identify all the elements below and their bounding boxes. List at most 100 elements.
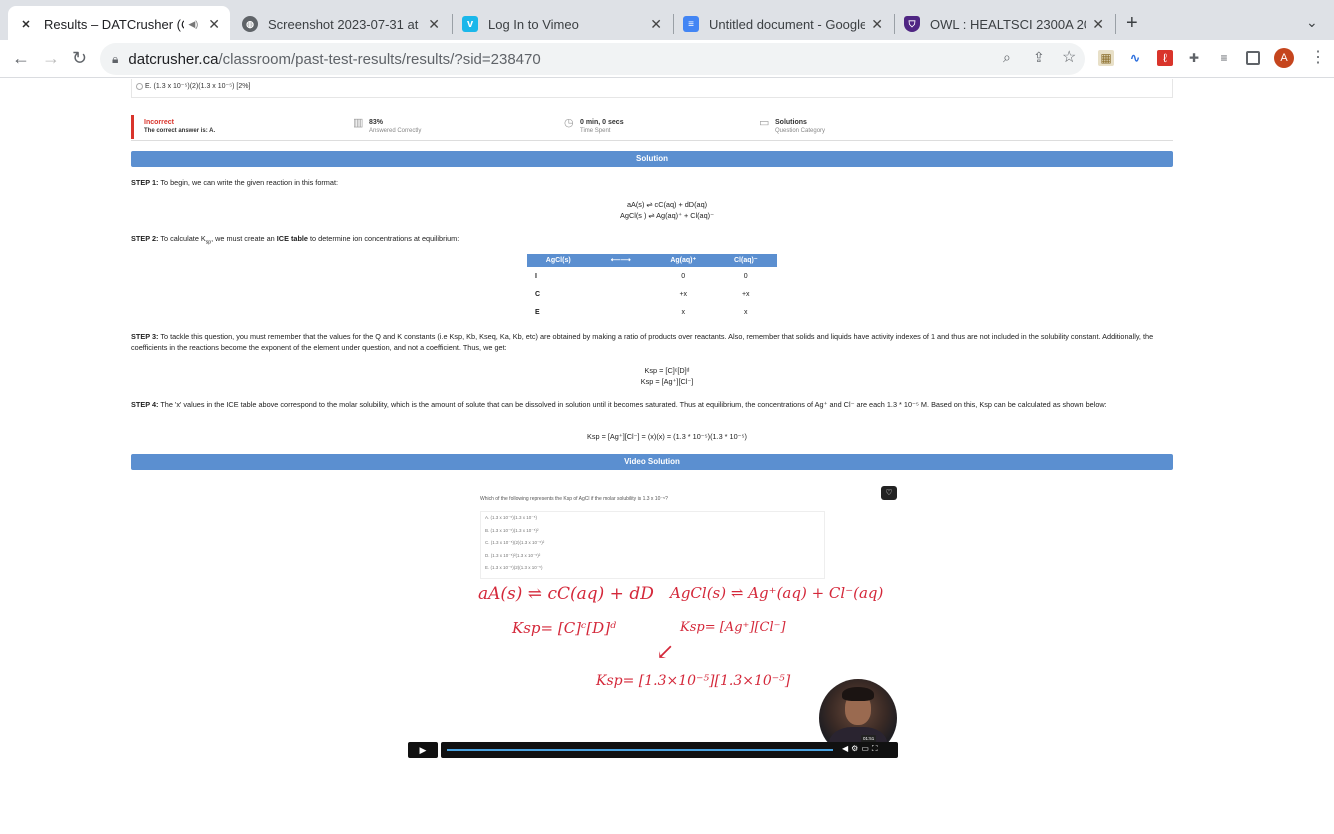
url-path: /classroom/past-test-results/results/?si…	[218, 50, 541, 68]
extensions-puzzle-icon[interactable]: ✚	[1186, 50, 1202, 66]
step-2: STEP 2: To calculate Ksp, we must create…	[131, 233, 1171, 248]
clock-icon: ◷	[564, 117, 574, 129]
bar-chart-icon: ▥	[353, 117, 364, 129]
pdf-extension-icon[interactable]: ℓ	[1157, 50, 1173, 66]
profile-avatar[interactable]: A	[1274, 48, 1294, 68]
zoom-icon[interactable]: ⌕	[1003, 49, 1011, 66]
tab-datcrusher[interactable]: ✕ Results – DATCrusher (Can ◀) ✕	[8, 6, 230, 42]
close-icon[interactable]: ✕	[650, 16, 662, 33]
step-2-bold: ICE table	[276, 234, 308, 243]
reload-icon[interactable]: ↻	[72, 48, 87, 69]
address-bar[interactable]: 🔒︎ datcrusher.ca/classroom/past-test-res…	[100, 43, 1085, 75]
ice-row-label: I	[535, 272, 537, 280]
video-question-text: Which of the following represents the Ks…	[480, 496, 668, 502]
calendar-icon: ▭	[759, 117, 770, 129]
video-options-list: A. (1.3 x 10⁻⁵)(1.3 x 10⁻⁵) B. (1.3 x 10…	[480, 511, 825, 579]
share-icon[interactable]: ⇪	[1033, 49, 1045, 66]
step-2-text-a: To calculate K	[158, 234, 206, 243]
step-3: STEP 3: To tackle this question, you mus…	[131, 331, 1171, 353]
ice-cell: x	[744, 308, 748, 316]
ice-cell: 0	[681, 272, 686, 280]
incorrect-indicator-bar	[131, 115, 134, 139]
ice-row-label: C	[535, 290, 541, 298]
calculator-extension-icon[interactable]: ▦	[1098, 50, 1114, 66]
step-2-label: STEP 2:	[131, 234, 159, 243]
handwritten-ksp-result: Ksp= [1.3×10⁻⁵][1.3×10⁻⁵]	[596, 673, 791, 689]
datcrusher-x-icon: ✕	[21, 18, 31, 31]
seek-bar[interactable]: 01:51 ◀⚙▭⛶	[441, 735, 898, 758]
tab-strip: ✕ Results – DATCrusher (Can ◀) ✕ ◍ Scree…	[0, 0, 1334, 44]
ice-header-arrow: ⟵⟶	[610, 257, 631, 264]
pip-icon[interactable]: ▭	[861, 744, 872, 753]
step-1-label: STEP 1:	[131, 178, 159, 187]
time-label: Time Spent	[580, 128, 611, 134]
step-4-label: STEP 4:	[131, 400, 159, 409]
volume-icon[interactable]: ◀	[842, 744, 851, 753]
close-icon[interactable]: ✕	[208, 16, 220, 33]
answer-option-e-text: E. (1.3 x 10⁻⁵)(2)(1.3 x 10⁻⁵) [2%]	[145, 83, 251, 90]
handwritten-general-equation: aA(s) ⇌ cC(aq) + dD	[478, 584, 654, 604]
google-docs-icon: ≡	[683, 16, 699, 32]
video-time: 01:51	[861, 735, 877, 742]
waveform-extension-icon[interactable]: ∿	[1127, 50, 1143, 66]
play-icon[interactable]: ▶	[408, 742, 438, 758]
ice-header-cell: AgCl(s)	[545, 257, 571, 264]
time-value: 0 min, 0 secs	[580, 119, 624, 126]
table-row: C +x +x	[527, 285, 777, 303]
page-content: E. (1.3 x 10⁻⁵)(2)(1.3 x 10⁻⁵) [2%] Inco…	[0, 79, 1334, 834]
answer-option-e[interactable]: E. (1.3 x 10⁻⁵)(2)(1.3 x 10⁻⁵) [2%]	[131, 79, 1173, 98]
owl-shield-icon: ⛉	[904, 16, 920, 32]
reading-list-icon[interactable]: ≡	[1216, 50, 1232, 66]
result-stats-bar: Incorrect The correct answer is: A. ▥ 83…	[131, 115, 1173, 141]
equation-agcl: AgCl(s ) ⇌ Ag(aq)⁺ + Cl(aq)⁻	[620, 211, 714, 220]
tab-separator	[1115, 14, 1116, 34]
step-4: STEP 4: The 'x' values in the ICE table …	[131, 399, 1171, 410]
percent-stat: ▥ 83% Answered Correctly	[353, 118, 422, 136]
back-arrow-icon[interactable]: ←	[12, 48, 30, 69]
close-icon[interactable]: ✕	[871, 16, 883, 33]
category-stat: ▭ Solutions Question Category	[759, 118, 825, 136]
bookmark-star-icon[interactable]: ☆	[1062, 47, 1076, 67]
step-1-text: To begin, we can write the given reactio…	[158, 178, 338, 187]
speaker-icon[interactable]: ◀)	[188, 19, 198, 30]
handwritten-ksp-agcl: Ksp= [Ag⁺][Cl⁻]	[680, 620, 786, 635]
tab-search-chevron-icon[interactable]: ⌄	[1306, 14, 1318, 31]
settings-icon[interactable]: ⚙	[851, 744, 861, 753]
step-2-text-c: to determine ion concentrations at equil…	[308, 234, 460, 243]
result-stat: Incorrect The correct answer is: A.	[144, 118, 215, 136]
tab-vimeo[interactable]: v Log In to Vimeo ✕	[452, 6, 672, 42]
handwritten-ksp-general: Ksp= [C]ᶜ[D]ᵈ	[512, 619, 617, 637]
close-icon[interactable]: ✕	[1092, 16, 1104, 33]
radio-icon[interactable]	[136, 82, 143, 90]
ice-row-label: E	[535, 308, 540, 316]
heart-icon[interactable]: ♡	[881, 486, 897, 500]
side-panel-icon[interactable]	[1246, 51, 1260, 65]
forward-arrow-icon[interactable]: →	[42, 48, 60, 69]
menu-kebab-icon[interactable]: ⋮	[1310, 47, 1326, 67]
seek-progress	[447, 749, 834, 751]
tab-screenshot[interactable]: ◍ Screenshot 2023-07-31 at 5.0 ✕	[232, 6, 450, 42]
step-1: STEP 1: To begin, we can write the given…	[131, 177, 1171, 188]
percent-label: Answered Correctly	[369, 128, 422, 134]
video-option: D. (1.3 x 10⁻⁵)²(1.3 x 10⁻⁵)²	[485, 552, 541, 558]
handwritten-agcl-equation: AgCl(s) ⇌ Ag⁺(aq) + Cl⁻(aq)	[670, 584, 884, 602]
ice-cell: +x	[741, 290, 750, 298]
solution-banner: Solution	[131, 151, 1173, 167]
video-solution-banner: Video Solution	[131, 454, 1173, 470]
percent-value: 83%	[369, 119, 384, 126]
ice-cell: +x	[679, 290, 688, 298]
new-tab-plus-icon[interactable]: +	[1126, 12, 1138, 35]
tab-title: Untitled document - Google Do	[709, 16, 866, 32]
step-2-text-b: , we must create an	[211, 234, 277, 243]
ice-header-cell: Cl(aq)⁻	[733, 257, 758, 264]
tab-google-docs[interactable]: ≡ Untitled document - Google Do ✕	[673, 6, 893, 42]
time-stat: ◷ 0 min, 0 secs Time Spent	[564, 118, 624, 136]
fullscreen-icon[interactable]: ⛶	[872, 744, 881, 753]
ice-cell: x	[681, 308, 686, 316]
video-player[interactable]: Which of the following represents the Ks…	[406, 480, 900, 762]
equation-ksp-result: Ksp = [Ag⁺][Cl⁻] = (x)(x) = (1.3 * 10⁻⁵)…	[587, 432, 747, 441]
close-icon[interactable]: ✕	[428, 16, 440, 33]
equation-general: aA(s) ⇌ cC(aq) + dD(aq)	[626, 200, 708, 209]
lock-icon[interactable]: 🔒︎	[112, 52, 118, 67]
tab-owl[interactable]: ⛉ OWL : HEALTSCI 2300A 200 S ✕	[894, 6, 1114, 42]
